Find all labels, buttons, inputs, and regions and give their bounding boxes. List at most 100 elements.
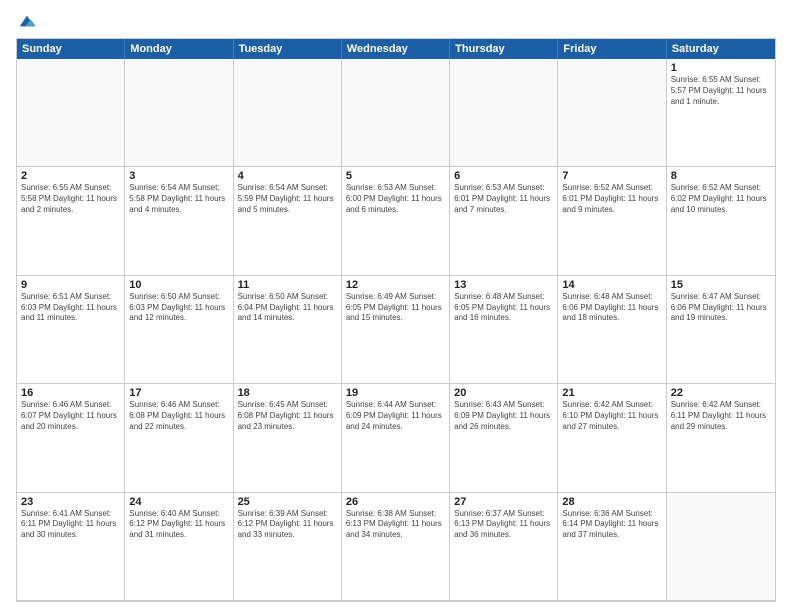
calendar-body: 1Sunrise: 6:55 AM Sunset: 5:57 PM Daylig…: [17, 59, 775, 601]
day-info: Sunrise: 6:53 AM Sunset: 6:00 PM Dayligh…: [346, 183, 445, 215]
day-info: Sunrise: 6:39 AM Sunset: 6:12 PM Dayligh…: [238, 509, 337, 541]
calendar-cell: [125, 59, 233, 167]
calendar-cell: [17, 59, 125, 167]
day-number: 21: [562, 387, 661, 399]
day-number: 19: [346, 387, 445, 399]
calendar-cell: 6Sunrise: 6:53 AM Sunset: 6:01 PM Daylig…: [450, 167, 558, 275]
day-info: Sunrise: 6:50 AM Sunset: 6:04 PM Dayligh…: [238, 292, 337, 324]
day-number: 18: [238, 387, 337, 399]
calendar-cell: 20Sunrise: 6:43 AM Sunset: 6:09 PM Dayli…: [450, 384, 558, 492]
day-info: Sunrise: 6:43 AM Sunset: 6:09 PM Dayligh…: [454, 400, 553, 432]
day-info: Sunrise: 6:55 AM Sunset: 5:57 PM Dayligh…: [671, 75, 771, 107]
day-info: Sunrise: 6:48 AM Sunset: 6:06 PM Dayligh…: [562, 292, 661, 324]
calendar-cell: [667, 493, 775, 601]
day-info: Sunrise: 6:36 AM Sunset: 6:14 PM Dayligh…: [562, 509, 661, 541]
day-number: 22: [671, 387, 771, 399]
day-number: 10: [129, 279, 228, 291]
calendar-cell: 15Sunrise: 6:47 AM Sunset: 6:06 PM Dayli…: [667, 276, 775, 384]
calendar-cell: 24Sunrise: 6:40 AM Sunset: 6:12 PM Dayli…: [125, 493, 233, 601]
day-info: Sunrise: 6:50 AM Sunset: 6:03 PM Dayligh…: [129, 292, 228, 324]
calendar-cell: 11Sunrise: 6:50 AM Sunset: 6:04 PM Dayli…: [234, 276, 342, 384]
day-info: Sunrise: 6:53 AM Sunset: 6:01 PM Dayligh…: [454, 183, 553, 215]
day-of-week-sunday: Sunday: [17, 39, 125, 59]
calendar-cell: [342, 59, 450, 167]
calendar-cell: 17Sunrise: 6:46 AM Sunset: 6:08 PM Dayli…: [125, 384, 233, 492]
calendar-cell: 10Sunrise: 6:50 AM Sunset: 6:03 PM Dayli…: [125, 276, 233, 384]
calendar-cell: 2Sunrise: 6:55 AM Sunset: 5:58 PM Daylig…: [17, 167, 125, 275]
calendar-cell: 23Sunrise: 6:41 AM Sunset: 6:11 PM Dayli…: [17, 493, 125, 601]
calendar-cell: [234, 59, 342, 167]
day-info: Sunrise: 6:41 AM Sunset: 6:11 PM Dayligh…: [21, 509, 120, 541]
calendar-cell: 1Sunrise: 6:55 AM Sunset: 5:57 PM Daylig…: [667, 59, 775, 167]
day-info: Sunrise: 6:46 AM Sunset: 6:07 PM Dayligh…: [21, 400, 120, 432]
day-number: 26: [346, 496, 445, 508]
calendar-cell: 13Sunrise: 6:48 AM Sunset: 6:05 PM Dayli…: [450, 276, 558, 384]
day-number: 3: [129, 170, 228, 182]
day-info: Sunrise: 6:38 AM Sunset: 6:13 PM Dayligh…: [346, 509, 445, 541]
day-number: 28: [562, 496, 661, 508]
day-number: 12: [346, 279, 445, 291]
day-info: Sunrise: 6:44 AM Sunset: 6:09 PM Dayligh…: [346, 400, 445, 432]
day-info: Sunrise: 6:48 AM Sunset: 6:05 PM Dayligh…: [454, 292, 553, 324]
day-number: 25: [238, 496, 337, 508]
calendar-cell: [450, 59, 558, 167]
day-number: 13: [454, 279, 553, 291]
day-number: 7: [562, 170, 661, 182]
day-info: Sunrise: 6:52 AM Sunset: 6:02 PM Dayligh…: [671, 183, 771, 215]
day-of-week-saturday: Saturday: [667, 39, 775, 59]
calendar-cell: 25Sunrise: 6:39 AM Sunset: 6:12 PM Dayli…: [234, 493, 342, 601]
calendar-cell: 27Sunrise: 6:37 AM Sunset: 6:13 PM Dayli…: [450, 493, 558, 601]
day-info: Sunrise: 6:52 AM Sunset: 6:01 PM Dayligh…: [562, 183, 661, 215]
day-info: Sunrise: 6:54 AM Sunset: 5:59 PM Dayligh…: [238, 183, 337, 215]
day-of-week-thursday: Thursday: [450, 39, 558, 59]
calendar-header: SundayMondayTuesdayWednesdayThursdayFrid…: [17, 39, 775, 59]
day-of-week-tuesday: Tuesday: [234, 39, 342, 59]
calendar: SundayMondayTuesdayWednesdayThursdayFrid…: [16, 38, 776, 602]
calendar-cell: 4Sunrise: 6:54 AM Sunset: 5:59 PM Daylig…: [234, 167, 342, 275]
calendar-cell: 22Sunrise: 6:42 AM Sunset: 6:11 PM Dayli…: [667, 384, 775, 492]
day-info: Sunrise: 6:42 AM Sunset: 6:11 PM Dayligh…: [671, 400, 771, 432]
day-of-week-wednesday: Wednesday: [342, 39, 450, 59]
day-number: 27: [454, 496, 553, 508]
day-number: 17: [129, 387, 228, 399]
page: SundayMondayTuesdayWednesdayThursdayFrid…: [0, 0, 792, 612]
calendar-cell: 16Sunrise: 6:46 AM Sunset: 6:07 PM Dayli…: [17, 384, 125, 492]
day-of-week-monday: Monday: [125, 39, 233, 59]
day-number: 9: [21, 279, 120, 291]
day-info: Sunrise: 6:51 AM Sunset: 6:03 PM Dayligh…: [21, 292, 120, 324]
day-number: 2: [21, 170, 120, 182]
day-number: 23: [21, 496, 120, 508]
day-number: 16: [21, 387, 120, 399]
calendar-cell: 8Sunrise: 6:52 AM Sunset: 6:02 PM Daylig…: [667, 167, 775, 275]
day-number: 11: [238, 279, 337, 291]
logo: [16, 12, 36, 30]
calendar-cell: 26Sunrise: 6:38 AM Sunset: 6:13 PM Dayli…: [342, 493, 450, 601]
day-info: Sunrise: 6:40 AM Sunset: 6:12 PM Dayligh…: [129, 509, 228, 541]
day-info: Sunrise: 6:46 AM Sunset: 6:08 PM Dayligh…: [129, 400, 228, 432]
day-number: 5: [346, 170, 445, 182]
calendar-cell: 5Sunrise: 6:53 AM Sunset: 6:00 PM Daylig…: [342, 167, 450, 275]
day-info: Sunrise: 6:47 AM Sunset: 6:06 PM Dayligh…: [671, 292, 771, 324]
day-number: 1: [671, 62, 771, 74]
calendar-cell: 18Sunrise: 6:45 AM Sunset: 6:08 PM Dayli…: [234, 384, 342, 492]
day-number: 4: [238, 170, 337, 182]
day-number: 24: [129, 496, 228, 508]
day-info: Sunrise: 6:37 AM Sunset: 6:13 PM Dayligh…: [454, 509, 553, 541]
day-number: 15: [671, 279, 771, 291]
day-number: 20: [454, 387, 553, 399]
calendar-cell: 12Sunrise: 6:49 AM Sunset: 6:05 PM Dayli…: [342, 276, 450, 384]
calendar-cell: 19Sunrise: 6:44 AM Sunset: 6:09 PM Dayli…: [342, 384, 450, 492]
calendar-cell: 14Sunrise: 6:48 AM Sunset: 6:06 PM Dayli…: [558, 276, 666, 384]
day-number: 14: [562, 279, 661, 291]
day-info: Sunrise: 6:45 AM Sunset: 6:08 PM Dayligh…: [238, 400, 337, 432]
calendar-cell: 3Sunrise: 6:54 AM Sunset: 5:58 PM Daylig…: [125, 167, 233, 275]
calendar-cell: [558, 59, 666, 167]
day-info: Sunrise: 6:49 AM Sunset: 6:05 PM Dayligh…: [346, 292, 445, 324]
logo-icon: [18, 12, 36, 30]
day-info: Sunrise: 6:55 AM Sunset: 5:58 PM Dayligh…: [21, 183, 120, 215]
day-info: Sunrise: 6:42 AM Sunset: 6:10 PM Dayligh…: [562, 400, 661, 432]
calendar-cell: 28Sunrise: 6:36 AM Sunset: 6:14 PM Dayli…: [558, 493, 666, 601]
day-number: 6: [454, 170, 553, 182]
day-number: 8: [671, 170, 771, 182]
header: [16, 12, 776, 30]
